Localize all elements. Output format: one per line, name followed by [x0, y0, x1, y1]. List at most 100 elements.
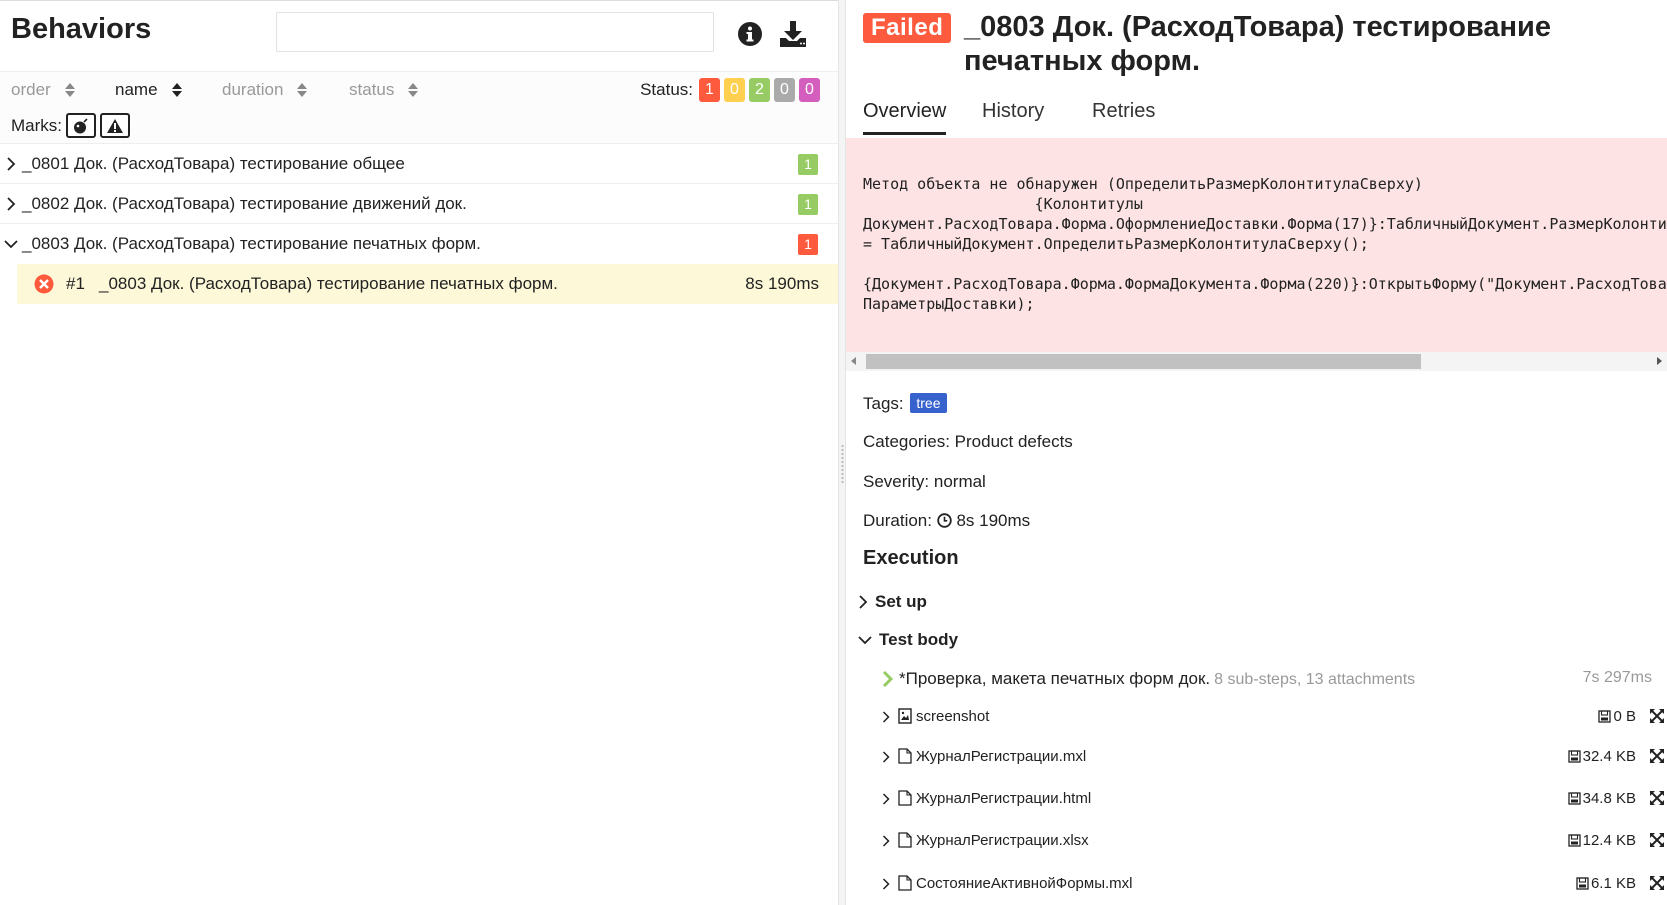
horizontal-scrollbar[interactable] [846, 352, 1667, 371]
categories-value: Product defects [954, 432, 1073, 451]
categories-label: Categories: [863, 432, 950, 451]
sort-icon [171, 83, 182, 97]
status-failed-toggle[interactable]: 1 [699, 78, 720, 102]
chevron-right-icon [7, 157, 16, 171]
search-input[interactable] [276, 12, 714, 52]
test-case-row[interactable]: #1 _0803 Док. (РасходТовара) тестировани… [17, 264, 838, 304]
setup-label: Set up [875, 592, 927, 611]
scroll-thumb[interactable] [866, 354, 1421, 369]
group-count-badge: 1 [798, 234, 818, 255]
sort-toolbar: order name duration status Status: 1 0 2… [0, 71, 838, 143]
attachment-row[interactable]: screenshot 0 B [882, 705, 1665, 729]
sort-duration[interactable]: duration [222, 80, 308, 100]
tab-history[interactable]: History [982, 100, 1044, 132]
expand-icon[interactable] [1649, 748, 1665, 764]
attachment-size: 0 B [1598, 708, 1636, 725]
tags-line: Tags: tree [863, 393, 947, 414]
attachment-size-value: 34.8 KB [1582, 790, 1636, 807]
attachment-size: 34.8 KB [1567, 790, 1636, 807]
warning-icon [107, 118, 123, 133]
pane-title: Behaviors [11, 13, 152, 45]
behaviors-tree: _0801 Док. (РасходТовара) тестирование о… [0, 143, 838, 304]
attachment-name: ЖурналРегистрации.xlsx [916, 832, 1089, 849]
status-passed-toggle[interactable]: 2 [749, 78, 770, 102]
tree-group-row[interactable]: _0802 Док. (РасходТовара) тестирование д… [0, 183, 838, 223]
sort-icon [64, 83, 75, 97]
attachment-size-value: 32.4 KB [1582, 748, 1636, 765]
step-info: 8 sub-steps, 13 attachments [1214, 671, 1416, 688]
chevron-down-icon [4, 240, 18, 249]
step-row[interactable]: *Проверка, макета печатных форм док. 8 su… [882, 668, 1652, 692]
step-name: *Проверка, макета печатных форм док. [899, 669, 1211, 688]
severity-line: Severity: normal [863, 472, 986, 492]
marks-filter: Marks: [11, 113, 130, 138]
save-icon [1576, 877, 1589, 890]
save-icon [1598, 710, 1612, 723]
chevron-down-icon [858, 636, 872, 645]
test-result-pane: Failed _0803 Док. (РасходТовара) тестиро… [846, 0, 1667, 905]
chevron-right-icon [882, 711, 890, 723]
file-icon [898, 748, 912, 764]
tree-group-row[interactable]: _0803 Док. (РасходТовара) тестирование п… [0, 223, 838, 263]
duration-line: Duration: 8s 190ms [863, 511, 1030, 531]
attachment-row[interactable]: ЖурналРегистрации.html 34.8 KB [882, 787, 1665, 811]
group-name: _0803 Док. (РасходТовара) тестирование п… [22, 234, 481, 253]
error-message-box: Метод объекта не обнаружен (ОпределитьРа… [846, 138, 1667, 352]
tab-retries[interactable]: Retries [1092, 100, 1155, 132]
chevron-right-icon [882, 793, 890, 805]
expand-icon[interactable] [1649, 708, 1665, 724]
attachment-size: 12.4 KB [1567, 832, 1636, 849]
sort-order[interactable]: order [11, 80, 75, 100]
new-failed-mark-button[interactable] [100, 113, 130, 138]
bomb-icon [74, 117, 88, 133]
setup-section[interactable]: Set up [858, 592, 927, 612]
file-icon [898, 832, 912, 848]
chevron-right-icon [882, 878, 890, 890]
attachment-row[interactable]: СостояниеАктивнойФормы.mxl 6.1 KB [882, 872, 1665, 896]
flaky-mark-button[interactable] [66, 113, 96, 138]
save-icon [1567, 834, 1581, 847]
chevron-right-icon [859, 595, 868, 609]
step-passed-chevron-icon [882, 671, 894, 687]
status-skipped-toggle[interactable]: 0 [774, 78, 795, 102]
tab-overview[interactable]: Overview [863, 100, 947, 135]
failed-status-icon [34, 274, 54, 294]
sort-label: status [349, 80, 395, 99]
expand-icon[interactable] [1649, 832, 1665, 848]
severity-value: normal [933, 472, 986, 491]
download-icon [780, 21, 806, 47]
download-button[interactable] [778, 19, 808, 49]
sort-icon [297, 83, 308, 97]
sort-name[interactable]: name [115, 80, 182, 100]
status-filter: Status: 1 0 2 0 0 [640, 78, 820, 102]
expand-icon[interactable] [1649, 875, 1665, 891]
tags-label: Tags: [863, 394, 904, 413]
info-button[interactable] [735, 19, 765, 49]
scroll-left-icon[interactable] [851, 357, 856, 365]
expand-icon[interactable] [1649, 790, 1665, 806]
status-broken-toggle[interactable]: 0 [724, 78, 745, 102]
status-badge: Failed [863, 13, 952, 43]
sort-status[interactable]: status [349, 80, 419, 100]
group-count-badge: 1 [798, 154, 818, 175]
test-case-number: #1 [66, 274, 85, 293]
attachment-row[interactable]: ЖурналРегистрации.xlsx 12.4 KB [882, 829, 1665, 853]
status-unknown-toggle[interactable]: 0 [799, 78, 820, 102]
pane-splitter[interactable] [838, 0, 846, 905]
attachment-size: 32.4 KB [1567, 748, 1636, 765]
attachment-size-value: 12.4 KB [1582, 832, 1636, 849]
tag-chip[interactable]: tree [910, 393, 947, 413]
chevron-right-icon [882, 835, 890, 847]
test-body-section[interactable]: Test body [858, 630, 958, 650]
attachment-row[interactable]: ЖурналРегистрации.mxl 32.4 KB [882, 745, 1665, 769]
attachment-size: 6.1 KB [1576, 875, 1636, 892]
attachment-name: СостояниеАктивнойФормы.mxl [916, 875, 1133, 892]
info-icon [738, 22, 762, 46]
scroll-right-icon[interactable] [1657, 357, 1662, 365]
tree-group-row[interactable]: _0801 Док. (РасходТовара) тестирование о… [0, 143, 838, 183]
test-case-name: _0803 Док. (РасходТовара) тестирование п… [99, 274, 558, 293]
severity-label: Severity: [863, 472, 930, 491]
group-name: _0802 Док. (РасходТовара) тестирование д… [22, 194, 467, 213]
test-body-label: Test body [879, 630, 959, 649]
test-case-duration: 8s 190ms [745, 274, 819, 293]
